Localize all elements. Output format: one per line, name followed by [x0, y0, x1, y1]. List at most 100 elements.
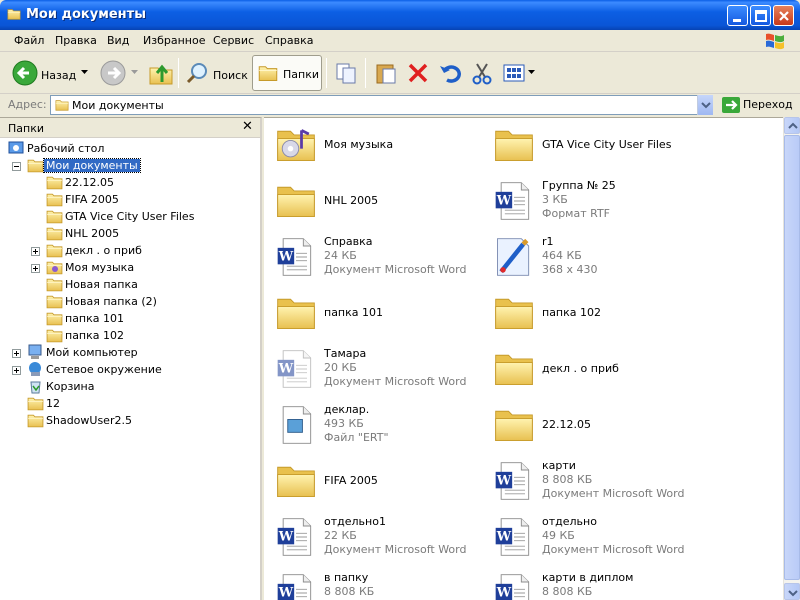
vertical-scrollbar[interactable]: [783, 117, 800, 600]
file-item[interactable]: папка 101: [268, 286, 486, 342]
file-item[interactable]: в папку 8 808 КБ: [268, 566, 486, 600]
file-item[interactable]: Моя музыка: [268, 118, 486, 174]
folder-icon: [492, 346, 536, 392]
menu-bar: Файл Правка Вид Избранное Сервис Справка: [0, 30, 800, 52]
file-item[interactable]: папка 102: [486, 286, 704, 342]
address-input[interactable]: Мои документы: [50, 95, 713, 115]
folder-icon: [46, 310, 63, 327]
collapse-toggle[interactable]: [12, 162, 21, 171]
chevron-down-icon: [788, 590, 798, 597]
menu-file[interactable]: Файл: [14, 34, 44, 47]
up-folder-button[interactable]: [146, 56, 174, 90]
computer-icon: [28, 344, 42, 359]
back-button[interactable]: Назад: [8, 56, 90, 90]
folder-icon: [46, 191, 63, 208]
folder-icon: [54, 98, 70, 112]
move-to-button[interactable]: [332, 56, 360, 90]
file-item[interactable]: отдельно1 22 КБ Документ Microsoft Word: [268, 510, 486, 566]
forward-arrow-icon: [100, 60, 126, 86]
file-item[interactable]: 22.12.05: [486, 398, 704, 454]
file-item[interactable]: Справка 24 КБ Документ Microsoft Word: [268, 230, 486, 286]
go-button[interactable]: Переход: [720, 96, 796, 114]
word-document-icon: [274, 514, 318, 560]
cut-button[interactable]: [468, 56, 496, 90]
chevron-down-icon: [701, 102, 711, 109]
menu-view[interactable]: Вид: [107, 34, 129, 47]
generic-file-icon: [282, 406, 312, 444]
word-document-icon: [492, 514, 536, 560]
scroll-down-button[interactable]: [784, 583, 800, 600]
folders-button[interactable]: Папки: [252, 55, 322, 91]
address-value: Мои документы: [72, 99, 164, 112]
window-title: Мои документы: [26, 7, 146, 22]
folder-icon: [492, 290, 536, 336]
file-item[interactable]: карти 8 808 КБ Документ Microsoft Word: [486, 454, 704, 510]
folder-icon: [6, 7, 22, 21]
undo-button[interactable]: [436, 56, 464, 90]
address-dropdown-button[interactable]: [697, 95, 713, 115]
folder-icon: [274, 178, 318, 224]
network-icon: [29, 362, 41, 376]
scroll-up-button[interactable]: [784, 117, 800, 134]
menu-help[interactable]: Справка: [265, 34, 313, 47]
folders-pane: Папки ✕ Рабочий стол Мои документы 22.12…: [0, 117, 262, 600]
word-document-icon: [492, 178, 536, 224]
files-view: Моя музыка GTA Vice City User Files NHL …: [264, 117, 783, 600]
folder-icon: [27, 395, 44, 412]
expand-toggle[interactable]: [12, 366, 21, 375]
close-pane-button[interactable]: ✕: [242, 119, 253, 134]
music-folder-icon: [274, 129, 318, 168]
expand-toggle[interactable]: [12, 349, 21, 358]
expand-toggle[interactable]: [31, 264, 40, 273]
file-item[interactable]: декл . о приб: [486, 342, 704, 398]
desktop-icon: [8, 141, 24, 154]
file-item[interactable]: деклар. 493 КБ Файл "ERT": [268, 398, 486, 454]
minimize-button[interactable]: [727, 5, 748, 26]
folder-icon: [492, 402, 536, 448]
search-label: Поиск: [213, 69, 248, 82]
search-button[interactable]: Поиск: [184, 56, 248, 90]
toolbar-separator: [178, 58, 179, 88]
back-arrow-icon: [12, 60, 38, 86]
menu-edit[interactable]: Правка: [55, 34, 97, 47]
file-item[interactable]: Группа № 25 3 КБ Формат RTF: [486, 174, 704, 230]
file-item[interactable]: r1 464 КБ 368 x 430: [486, 230, 704, 286]
folder-icon: [46, 174, 63, 191]
folder-icon: [257, 63, 279, 83]
menu-tools[interactable]: Сервис: [213, 34, 254, 47]
file-item[interactable]: карти в диплом 8 808 КБ: [486, 566, 704, 600]
music-folder-icon: [46, 259, 63, 276]
folder-icon: [27, 157, 44, 174]
forward-button[interactable]: [98, 56, 142, 90]
file-item[interactable]: GTA Vice City User Files: [486, 118, 704, 174]
delete-icon: [408, 63, 428, 83]
folder-icon: [46, 276, 63, 293]
views-icon: [503, 64, 525, 82]
maximize-button[interactable]: [750, 5, 771, 26]
clipboard-icon: [376, 64, 396, 84]
expand-toggle[interactable]: [31, 247, 40, 256]
chevron-down-icon: [528, 70, 535, 74]
back-label: Назад: [41, 69, 77, 82]
maximize-icon: [755, 10, 767, 22]
recycle-bin-icon: [30, 381, 41, 394]
folder-icon: [46, 242, 63, 259]
folder-icon: [27, 412, 44, 429]
scroll-thumb[interactable]: [784, 135, 800, 580]
paste-button[interactable]: [372, 56, 400, 90]
file-item[interactable]: Тамара 20 КБ Документ Microsoft Word: [268, 342, 486, 398]
folder-icon: [274, 290, 318, 336]
title-bar: Мои документы: [0, 0, 800, 30]
folder-icon: [274, 458, 318, 504]
toolbar: Назад Поиск Папки: [0, 52, 800, 94]
close-button[interactable]: [773, 5, 794, 26]
file-item[interactable]: отдельно 49 КБ Документ Microsoft Word: [486, 510, 704, 566]
delete-button[interactable]: [404, 56, 432, 90]
word-document-icon: [274, 346, 318, 392]
file-item[interactable]: NHL 2005: [268, 174, 486, 230]
views-button[interactable]: [500, 56, 536, 90]
file-item[interactable]: FIFA 2005: [268, 454, 486, 510]
word-document-icon: [492, 458, 536, 504]
minimize-icon: [733, 19, 741, 22]
menu-favorites[interactable]: Избранное: [143, 34, 205, 47]
